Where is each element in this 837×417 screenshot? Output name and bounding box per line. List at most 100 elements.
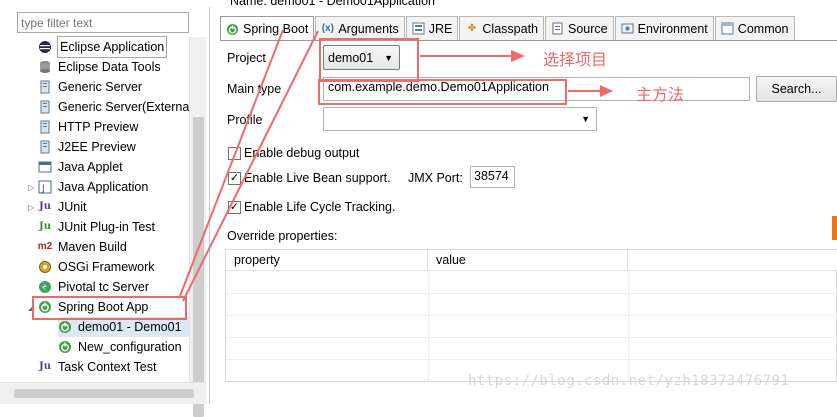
dropdown-arrow-icon: ▼ — [581, 114, 590, 124]
tree-item-junit-plugin-test[interactable]: Ju JUnit Plug-in Test — [38, 217, 155, 237]
tab-classpath[interactable]: ✤ Classpath — [459, 16, 544, 40]
expand-arrow-icon[interactable]: ▷ — [28, 183, 34, 192]
jmx-port-value: 38574 — [474, 169, 509, 183]
common-icon — [721, 22, 734, 35]
name-value: demo01 - Demo01Application — [270, 0, 435, 8]
arguments-icon: (x) — [321, 23, 334, 34]
tab-source[interactable]: Source — [545, 16, 614, 40]
select-project-note: 选择项目 — [543, 50, 608, 69]
live-bean-row: Enable Live Bean support. — [228, 171, 391, 185]
spring-boot-icon — [58, 340, 72, 354]
tree-item-eclipse-application[interactable]: Eclipse Application — [38, 36, 168, 58]
spring-boot-icon — [226, 23, 239, 36]
column-header-value[interactable]: value — [428, 250, 628, 271]
junit-plugin-icon: Ju — [38, 221, 51, 232]
main-type-highlight-box — [318, 79, 567, 105]
tree-horizontal-scrollbar[interactable] — [0, 382, 206, 404]
tree-item-j2ee-preview[interactable]: J2EE Preview — [38, 137, 136, 157]
database-icon — [38, 60, 52, 74]
life-cycle-row: Enable Life Cycle Tracking. — [228, 200, 395, 214]
tree-item-label: HTTP Preview — [58, 120, 139, 134]
tab-label: Classpath — [482, 21, 538, 36]
main-type-label: Main type — [227, 82, 282, 96]
tree-item-label: Task Context Test — [58, 360, 157, 374]
profile-select[interactable]: ▼ — [323, 107, 597, 131]
tab-jre[interactable]: JRE — [405, 16, 459, 40]
filter-input[interactable] — [17, 12, 189, 33]
tab-label: Spring Boot — [243, 22, 309, 36]
tree-item-java-application[interactable]: J Java Application — [38, 177, 148, 197]
applet-icon — [38, 160, 52, 174]
tree-item-label: Pivotal tc Server — [58, 280, 150, 294]
tree-item-maven-build[interactable]: m2 Maven Build — [38, 237, 127, 257]
tree-item-new-configuration[interactable]: New_configuration — [58, 337, 182, 357]
classpath-icon: ✤ — [467, 23, 477, 34]
tree-item-label: New_configuration — [78, 340, 182, 354]
tree-item-eclipse-data-tools[interactable]: Eclipse Data Tools — [38, 57, 161, 77]
life-cycle-label: Enable Life Cycle Tracking. — [244, 200, 396, 214]
tree-item-label: demo01 - Demo01 — [78, 320, 182, 334]
eclipse-app-icon — [38, 40, 52, 54]
tab-label: Source — [568, 21, 608, 36]
tab-spring-boot[interactable]: Spring Boot — [220, 16, 315, 41]
tree-item-task-context-test[interactable]: Ju Task Context Test — [38, 357, 156, 377]
scroll-indicator — [832, 216, 837, 240]
server-icon — [38, 100, 52, 114]
tree-item-http-preview[interactable]: HTTP Preview — [38, 117, 138, 137]
junit-icon: Ju — [38, 361, 51, 372]
tree-vertical-scrollbar[interactable] — [189, 37, 206, 417]
tab-arguments[interactable]: (x) Arguments — [315, 16, 405, 40]
tab-label: Arguments — [338, 21, 399, 36]
tab-body-border — [220, 40, 837, 41]
source-icon — [551, 22, 564, 35]
tree-item-label: Java Application — [58, 180, 149, 194]
jmx-port-input[interactable]: 38574 — [470, 166, 515, 188]
server-icon — [38, 120, 52, 134]
expand-arrow-icon[interactable]: ▷ — [28, 203, 34, 212]
tab-label: Environment — [637, 21, 708, 36]
tree-item-label: J2EE Preview — [58, 140, 136, 154]
watermark: https://blog.csdn.net/yzh18373476791 — [468, 373, 790, 389]
tree-item-demo01-config[interactable]: demo01 - Demo01 — [58, 317, 189, 337]
live-bean-checkbox[interactable] — [228, 171, 241, 185]
search-button-label: Search... — [771, 82, 822, 96]
search-button[interactable]: Search... — [756, 76, 837, 102]
project-label: Project — [227, 51, 266, 65]
spring-boot-highlight-box — [32, 296, 187, 320]
profile-label: Profile — [227, 113, 263, 127]
life-cycle-checkbox[interactable] — [228, 200, 241, 214]
pivotal-icon — [38, 280, 52, 294]
project-highlight-box — [319, 38, 419, 82]
tree-item-label: Java Applet — [58, 160, 123, 174]
name-label: Name: — [230, 0, 267, 8]
tree-item-label: OSGi Framework — [58, 260, 155, 274]
main-method-note: 主方法 — [636, 85, 685, 104]
tab-common[interactable]: Common — [714, 16, 795, 40]
junit-icon: Ju — [38, 201, 51, 212]
tree-item-generic-server[interactable]: Generic Server — [38, 77, 142, 97]
tab-environment[interactable]: Environment — [614, 16, 714, 40]
server-icon — [38, 140, 52, 154]
override-properties-label: Override properties: — [227, 229, 338, 243]
tree-item-java-applet[interactable]: Java Applet — [38, 157, 123, 177]
tree-item-label: Generic Server(Externa — [58, 100, 190, 114]
launch-config-tree-panel: Eclipse Application Eclipse Data Tools G… — [0, 0, 210, 417]
tree-item-osgi-framework[interactable]: OSGi Framework — [38, 257, 155, 277]
jmx-port-label: JMX Port: — [408, 171, 463, 185]
debug-output-checkbox[interactable] — [228, 146, 241, 160]
debug-output-row: Enable debug output — [228, 146, 359, 160]
osgi-icon — [38, 260, 52, 274]
tree-item-junit[interactable]: Ju JUnit — [38, 197, 87, 217]
maven-icon: m2 — [37, 241, 53, 252]
override-properties-table[interactable]: property value — [225, 249, 837, 383]
tree-item-label: Generic Server — [58, 80, 143, 94]
tree-item-generic-server-external[interactable]: Generic Server(Externa — [38, 97, 189, 117]
debug-output-label: Enable debug output — [244, 146, 360, 160]
tree-item-pivotal-tc-server[interactable]: Pivotal tc Server — [38, 277, 149, 297]
tree-item-label: Eclipse Data Tools — [58, 60, 161, 74]
spring-boot-icon — [58, 320, 72, 334]
column-header-property[interactable]: property — [226, 250, 428, 271]
live-bean-label: Enable Live Bean support. — [244, 171, 391, 185]
config-name-row: Name: demo01 - Demo01Application — [230, 0, 435, 8]
panel-top-strip — [0, 0, 210, 7]
